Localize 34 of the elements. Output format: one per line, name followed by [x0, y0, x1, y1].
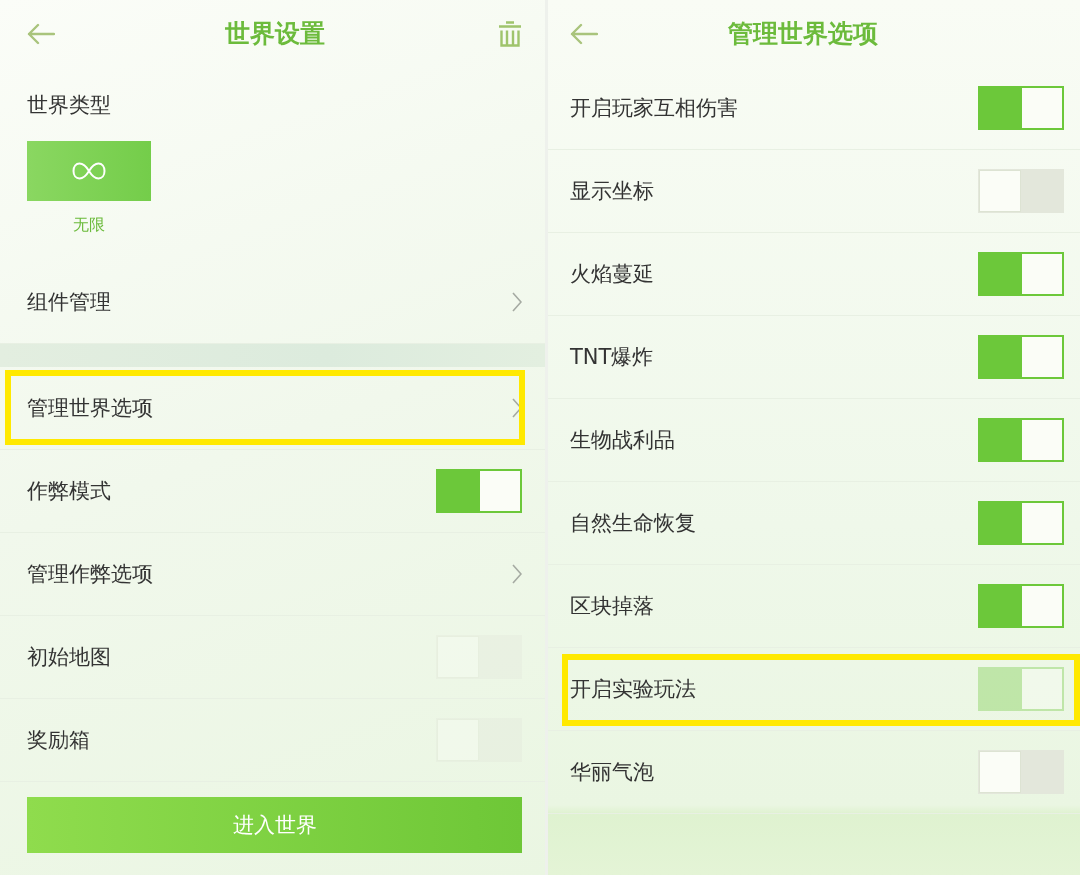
- setting-label: 奖励箱: [27, 727, 90, 754]
- menu-item[interactable]: 组件管理: [27, 288, 111, 316]
- chevron-right-icon: [512, 398, 522, 418]
- trash-icon[interactable]: [498, 20, 522, 47]
- world-type-label: 无限: [73, 214, 105, 236]
- setting-label: 华丽气泡: [570, 759, 654, 786]
- back-arrow-icon[interactable]: [570, 22, 598, 45]
- infinity-icon: [72, 162, 106, 180]
- setting-label: 生物战利品: [570, 427, 675, 454]
- setting-label: 开启玩家互相伤害: [570, 95, 738, 122]
- page-title: 世界设置: [224, 17, 325, 50]
- setting-label: 初始地图: [27, 644, 111, 671]
- toggle-switch[interactable]: [436, 469, 522, 513]
- toggle-switch[interactable]: [978, 418, 1064, 462]
- setting-label: 显示坐标: [570, 178, 654, 205]
- toggle-switch[interactable]: [978, 501, 1064, 545]
- toggle-switch[interactable]: [978, 86, 1064, 130]
- section-label: 世界类型: [27, 92, 111, 119]
- setting-label: 作弊模式: [27, 478, 111, 505]
- menu-item[interactable]: 管理世界选项: [27, 394, 153, 422]
- chevron-right-icon: [512, 292, 522, 312]
- setting-label: 开启实验玩法: [570, 676, 696, 703]
- chevron-right-icon: [512, 564, 522, 584]
- menu-item[interactable]: 管理作弊选项: [27, 560, 153, 588]
- world-type-tile[interactable]: [27, 141, 151, 201]
- setting-label: 火焰蔓延: [570, 261, 654, 288]
- toggle-switch[interactable]: [978, 584, 1064, 628]
- setting-label: 自然生命恢复: [570, 510, 696, 537]
- setting-label: TNT爆炸: [570, 344, 654, 371]
- toggle-switch[interactable]: [978, 335, 1064, 379]
- toggle-switch[interactable]: [978, 252, 1064, 296]
- back-arrow-icon[interactable]: [27, 22, 55, 45]
- page-title: 管理世界选项: [728, 17, 878, 50]
- setting-label: 区块掉落: [570, 593, 654, 620]
